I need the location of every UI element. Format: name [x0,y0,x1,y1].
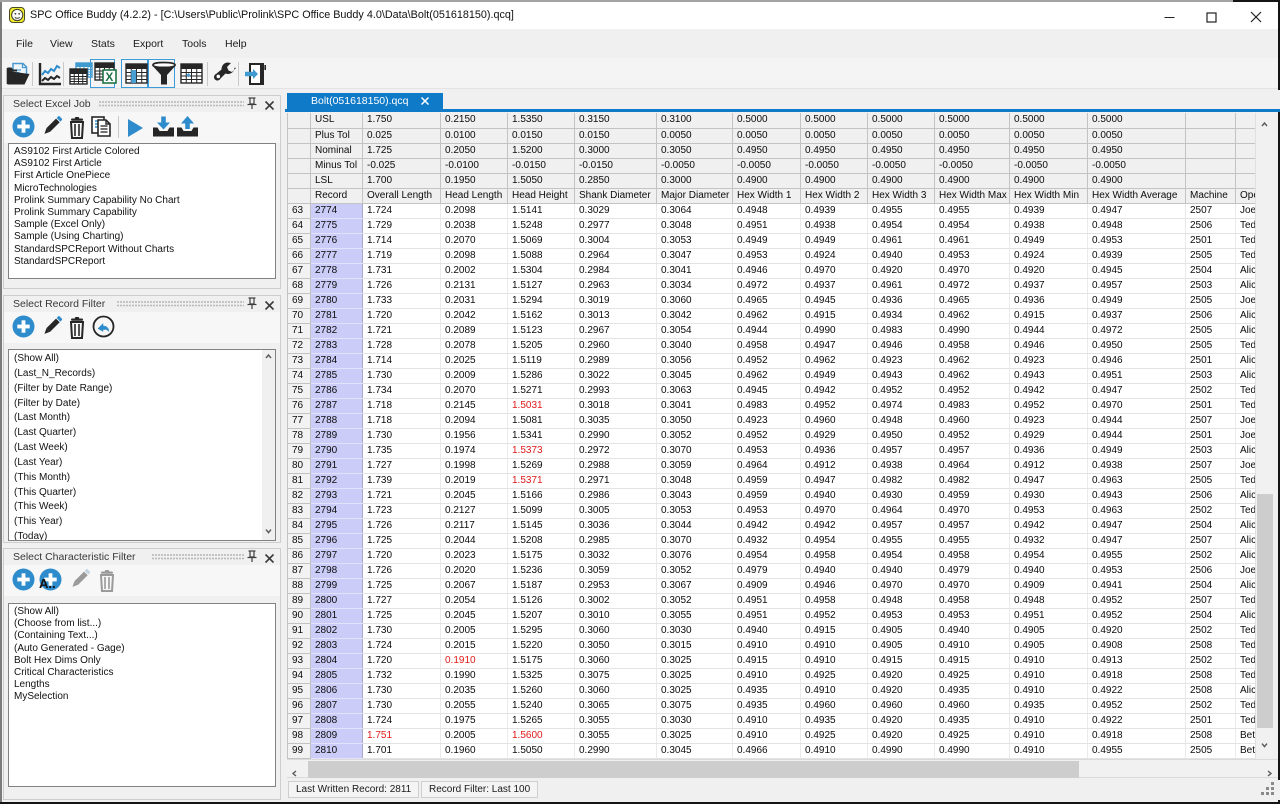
svg-text:X: X [105,70,113,84]
svg-text:A..: A.. [39,576,56,591]
